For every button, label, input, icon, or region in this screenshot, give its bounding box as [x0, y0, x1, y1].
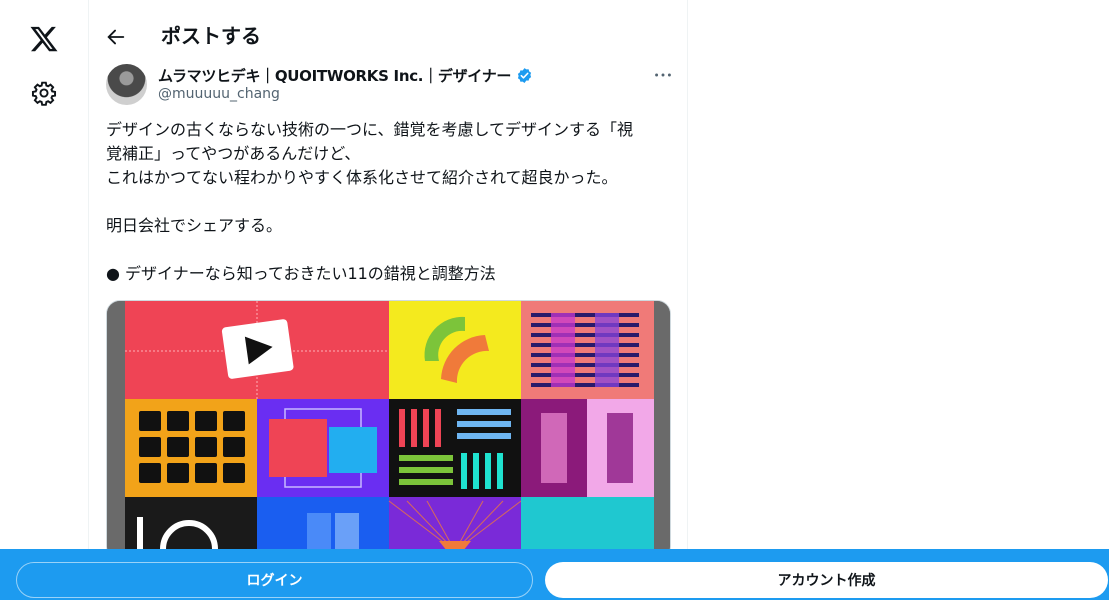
author-row[interactable]: ムラマツヒデキ｜QUOITWORKS Inc.｜デザイナー: [158, 64, 533, 86]
post-line: デザインの古くならない技術の一つに、錯覚を考慮してデザインする「視: [106, 120, 634, 139]
verified-badge-icon: [518, 67, 532, 83]
login-bar: ログイン アカウント作成: [0, 549, 1109, 600]
post-line: これはかつてない程わかりやすく体系化させて紹介されて超良かった。: [106, 168, 618, 187]
arrow-left-icon[interactable]: [105, 26, 127, 48]
author-handle[interactable]: @muuuuu_chang: [158, 86, 280, 102]
gear-icon[interactable]: [31, 80, 57, 106]
page-header: ポストする: [89, 0, 687, 72]
post-line: ● デザイナーなら知っておきたい11の錯視と調整方法: [106, 264, 496, 283]
post-text: デザインの古くならない技術の一つに、錯覚を考慮してデザインする「視 覚補正」って…: [106, 118, 676, 286]
login-button[interactable]: ログイン: [16, 562, 533, 598]
more-icon[interactable]: [652, 64, 674, 86]
author-name[interactable]: ムラマツヒデキ｜QUOITWORKS Inc.｜デザイナー: [158, 65, 511, 86]
illusion-collage-image: [107, 301, 670, 559]
post-line: 覚補正」ってやつがあるんだけど、: [106, 144, 361, 163]
create-account-button[interactable]: アカウント作成: [545, 562, 1108, 598]
avatar[interactable]: [106, 64, 147, 105]
x-logo-icon[interactable]: [29, 24, 59, 54]
post-line: 明日会社でシェアする。: [106, 216, 283, 235]
post-image[interactable]: [106, 300, 671, 560]
page-title: ポストする: [161, 24, 261, 48]
left-nav: [0, 0, 88, 600]
main-column: ポストする ムラマツヒデキ｜QUOITWORKS Inc.｜デザイナー @muu…: [88, 0, 688, 600]
